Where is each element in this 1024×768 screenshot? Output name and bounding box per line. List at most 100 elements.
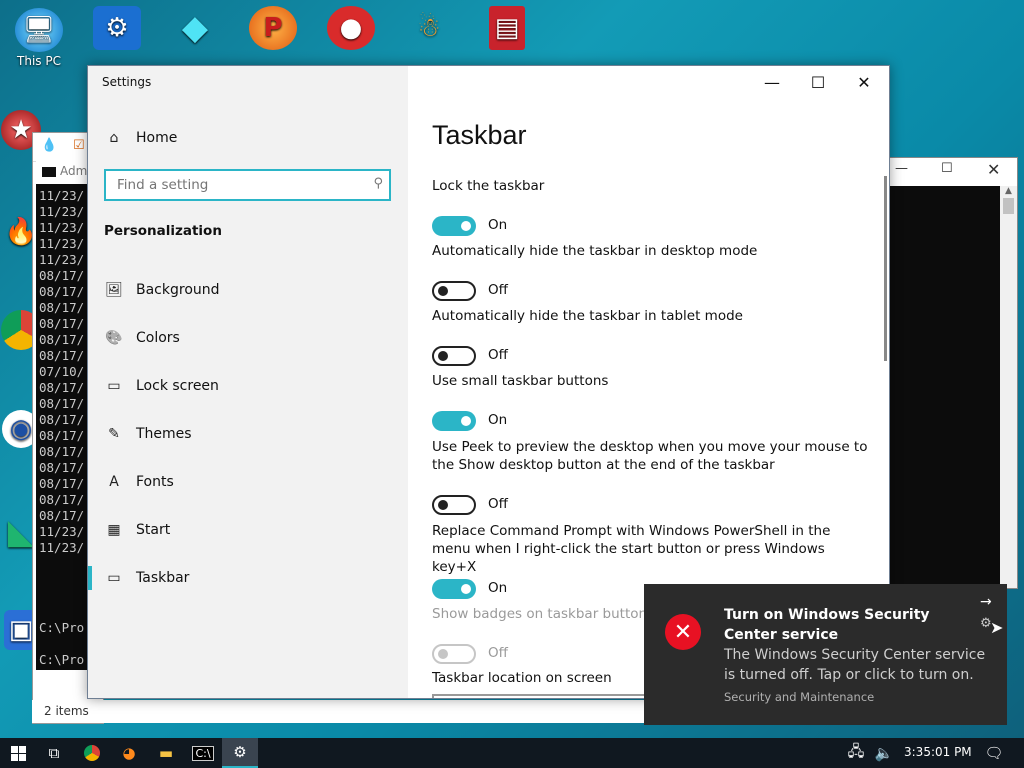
toast-body: The Windows Security Center service is t… [724,647,986,683]
option-label: Replace Command Prompt with Windows Powe… [432,523,831,575]
toggle-switch[interactable] [432,411,476,431]
nav-home-label: Home [136,130,178,146]
page-title: Taskbar [432,120,527,150]
scrollbar[interactable]: ▲ [1000,186,1017,588]
option-label: Automatically hide the taskbar in deskto… [432,243,758,259]
cmd-taskbar-button[interactable]: C:\ [185,738,221,768]
toast-title: Turn on Windows Security Center service [724,607,930,643]
desktop-icon-game[interactable]: ☃ [394,6,464,52]
toggle-state-label: Off [488,496,508,512]
desktop-icon-angry-birds[interactable]: ● [316,6,386,52]
toggle-state-label: On [488,580,508,596]
cmd-prompt-2: C:\Pro [39,652,85,667]
picture-icon: 🖼 [105,282,123,298]
firefox-taskbar-button[interactable]: ◕ [111,738,147,768]
location-dropdown[interactable] [432,694,676,698]
nav-item-label: Taskbar [136,570,190,586]
close-button[interactable]: ✕ [841,66,887,98]
nav-item-taskbar[interactable]: ▭ Taskbar [88,558,408,598]
search-input[interactable] [115,171,359,199]
bird-icon: ● [327,6,375,50]
maximize-button[interactable]: ☐ [795,66,841,98]
selected-indicator [88,566,92,590]
desktop-icon-label: This PC [17,54,61,68]
main-scrollbar[interactable] [884,176,887,361]
desktop-icon-card[interactable]: ▤ [472,6,542,52]
nav-item-label: Lock screen [136,378,219,394]
card-icon: ▤ [489,6,525,50]
toggle-switch[interactable] [432,495,476,515]
chrome-taskbar-button[interactable] [74,738,110,768]
gear-icon: ⚙ [233,743,247,761]
file-explorer-taskbar-button[interactable]: ▬ [148,738,184,768]
clock[interactable]: 3:35:01 PM [904,745,972,759]
settings-sidebar: Settings ⌂ Home ⚲ Personalization 🖼 Backg… [88,66,408,698]
desktop-icon-p-app[interactable]: P [238,6,308,52]
monitor-icon: 🖥 [15,8,63,52]
minimize-icon[interactable]: — [895,161,908,176]
action-center-icon[interactable]: 🗨 [976,738,1012,768]
search-box[interactable]: ⚲ [104,169,391,201]
cmd-tab-label: Adm [60,164,88,178]
themes-icon: ✎ [108,426,120,442]
nav-item-background[interactable]: 🖼 Background [88,270,408,310]
cmd-window-right[interactable]: — ☐ ✕ ▲ [886,157,1018,589]
nav-item-label: Fonts [136,474,174,490]
cmd-prompt-1: C:\Pro [39,620,85,635]
search-icon[interactable]: ⚲ [373,176,383,191]
toast-notification[interactable]: ✕ Turn on Windows Security Center servic… [644,584,1007,725]
folder-icon: ▬ [158,744,174,762]
toggle-switch[interactable] [432,216,476,236]
scroll-thumb[interactable] [1003,198,1014,214]
cmd-icon: C:\ [192,745,214,761]
home-icon: ⌂ [109,130,119,146]
windows-logo-icon [10,745,26,761]
toast-source: Security and Maintenance [724,690,875,704]
option-label: Automatically hide the taskbar in tablet… [432,308,743,324]
start-button[interactable] [0,738,36,768]
section-title: Personalization [104,223,222,239]
nav-home[interactable]: ⌂ Home [88,118,408,158]
toggle-switch[interactable] [432,346,476,366]
checklist-icon: ☑ [73,138,85,153]
palette-icon: 🎨 [105,330,123,346]
network-icon[interactable]: 🖧 [842,738,870,768]
volume-icon[interactable]: 🔈 [870,738,898,768]
desktop-icon-diamond[interactable]: ◆ [160,6,230,52]
mouse-pointer-icon: ➤ [990,618,1004,637]
maximize-icon[interactable]: ☐ [941,161,953,176]
nav-item-label: Themes [136,426,192,442]
settings-taskbar-button[interactable]: ⚙ [222,738,258,768]
option-label: Use small taskbar buttons [432,373,609,389]
nav-item-fonts[interactable]: A Fonts [88,462,408,502]
firefox-icon: ◕ [122,744,136,762]
option-label: Use Peek to preview the desktop when you… [432,439,868,473]
toggle-state-label: Off [488,347,508,363]
nav-item-colors[interactable]: 🎨 Colors [88,318,408,358]
error-icon: ✕ [665,614,701,650]
desktop-icon-this-pc[interactable]: 🖥 This PC [4,8,74,68]
taskbar: ⧉ ◕ ▬ C:\ ⚙ 🖧 🔈 3:35:01 PM 🗨 [0,738,1024,768]
taskbar-icon: ▭ [107,570,121,586]
toggle-switch[interactable] [432,281,476,301]
task-view-button[interactable]: ⧉ [36,738,72,768]
nav-item-label: Colors [136,330,180,346]
drop-icon: 💧 [41,138,58,153]
arrow-right-icon[interactable]: → [980,594,992,610]
character-icon: ☃ [417,13,441,43]
nav-item-label: Start [136,522,171,538]
start-icon: ▦ [107,522,121,538]
p-logo-icon: P [249,6,297,50]
desktop-icon-settings[interactable]: ⚙ [82,6,152,52]
minimize-button[interactable]: — [749,66,795,98]
nav-item-lock-screen[interactable]: ▭ Lock screen [88,366,408,406]
toggle-state-label: Off [488,282,508,298]
scroll-up-icon[interactable]: ▲ [1000,186,1017,196]
fonts-icon: A [109,474,119,490]
toggle-switch [432,644,476,664]
item-count: 2 items [44,704,89,718]
nav-item-themes[interactable]: ✎ Themes [88,414,408,454]
toggle-switch[interactable] [432,579,476,599]
nav-item-start[interactable]: ▦ Start [88,510,408,550]
close-icon[interactable]: ✕ [987,160,1000,179]
